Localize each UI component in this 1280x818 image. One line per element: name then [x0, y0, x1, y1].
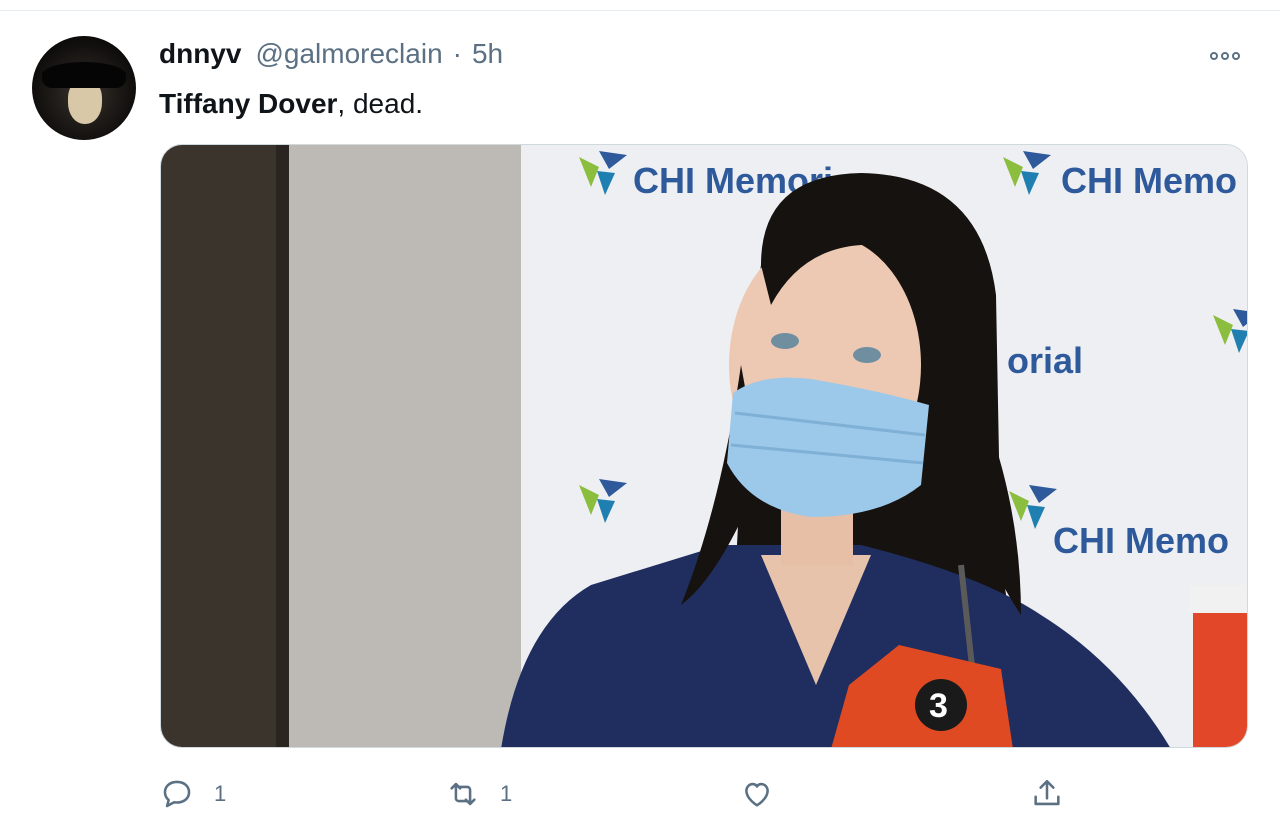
retweet-icon	[450, 782, 476, 806]
door-panel	[161, 145, 289, 747]
tweet-media-video[interactable]: CHI Memori CHI Memo orial CHI Memo 3	[160, 144, 1248, 748]
share-button[interactable]	[1030, 774, 1064, 814]
more-dot	[1232, 52, 1240, 60]
more-dot	[1210, 52, 1218, 60]
reply-count: 1	[214, 781, 227, 806]
door-edge	[276, 145, 290, 747]
tweet-text-rest: , dead.	[337, 88, 424, 119]
more-horizontal-icon[interactable]	[1210, 46, 1248, 66]
tweet-time[interactable]: 5h	[472, 38, 503, 70]
tweet-text-bold: Tiffany Dover	[159, 88, 338, 119]
reply-button[interactable]: 1	[160, 774, 226, 814]
share-icon	[1034, 779, 1060, 806]
reply-icon	[163, 780, 191, 808]
backdrop-text: CHI Memo	[1061, 160, 1237, 201]
like-button[interactable]	[740, 774, 774, 814]
author-name[interactable]: dnnyv	[159, 38, 241, 70]
backdrop-text: orial	[1007, 340, 1083, 381]
tweet-text: Tiffany Dover, dead.	[159, 86, 423, 122]
top-divider	[0, 10, 1280, 11]
media-still: CHI Memori CHI Memo orial CHI Memo 3	[161, 145, 1247, 747]
backdrop-text: CHI Memo	[1053, 520, 1229, 561]
tweet-actions: 1 1	[0, 768, 1280, 818]
avatar[interactable]	[32, 36, 136, 140]
retweet-count: 1	[500, 781, 513, 806]
wall-section	[289, 145, 521, 747]
eye	[771, 333, 799, 349]
sharps-lid	[1189, 585, 1247, 613]
avatar-hat	[42, 62, 126, 88]
more-dot	[1221, 52, 1229, 60]
author-handle[interactable]: @galmoreclain	[255, 38, 442, 70]
mic-flag-number: 3	[929, 687, 948, 725]
tweet-header: dnnyv @galmoreclain · 5h	[159, 38, 503, 76]
retweet-button[interactable]: 1	[446, 774, 512, 814]
separator-dot: ·	[452, 38, 462, 69]
eye	[853, 347, 881, 363]
heart-icon	[745, 782, 769, 807]
